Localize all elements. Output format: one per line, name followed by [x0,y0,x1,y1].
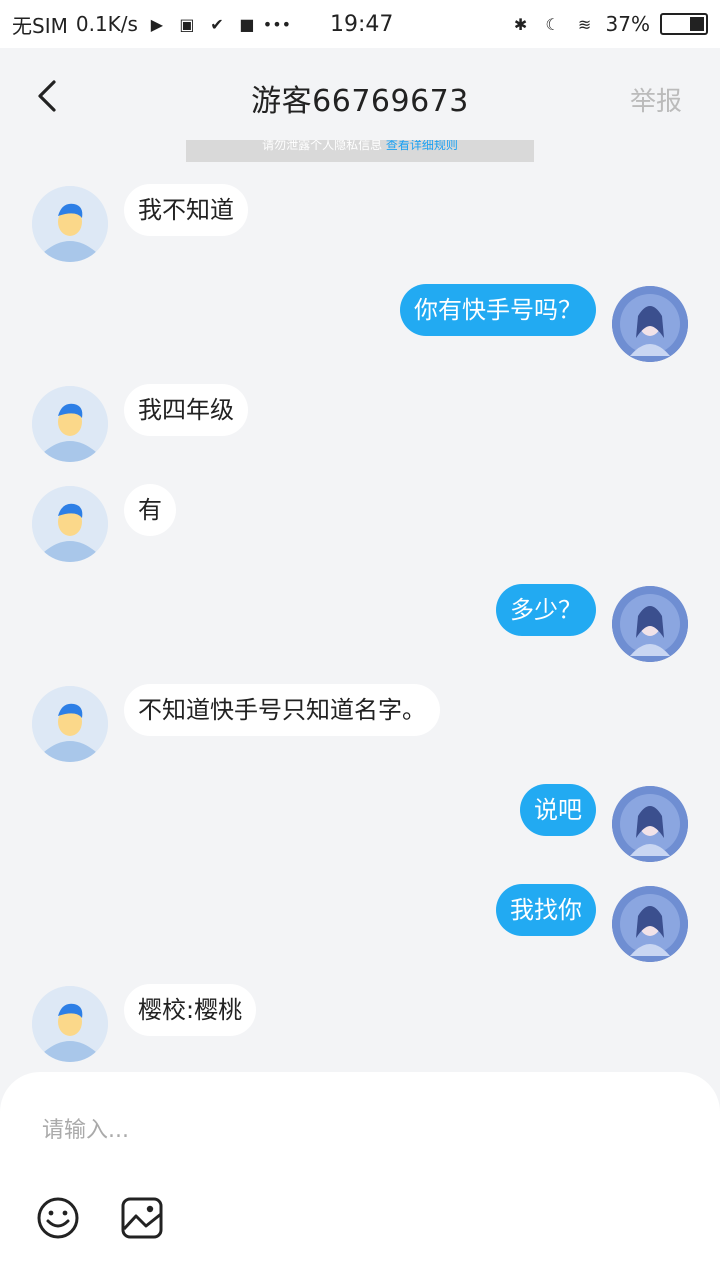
message-row: 不知道快手号只知道名字。 [0,684,720,766]
my-avatar[interactable] [612,286,688,362]
contact-avatar[interactable] [32,986,108,1062]
contact-avatar[interactable] [32,186,108,262]
incoming-message[interactable]: 樱校:樱桃 [124,984,257,1036]
wifi-icon: ≋ [577,14,592,34]
my-avatar[interactable] [612,786,688,862]
video-icon: ■ [239,14,255,34]
carrier-label: 无SIM [12,13,68,38]
incoming-message[interactable]: 我不知道 [124,184,248,236]
message-row: 你有快手号吗？ [0,284,720,366]
report-button[interactable]: 举报 [630,81,682,118]
emoji-icon[interactable] [36,1196,80,1240]
notice-link[interactable]: 查看详细规则 [386,140,458,152]
message-row: 我找你 [0,884,720,966]
incoming-message[interactable]: 我四年级 [124,384,248,436]
chat-header: 游客66769673 举报 [0,48,720,144]
message-row: 有 [0,484,720,566]
message-row: 说吧 [0,784,720,866]
more-icon: ••• [262,14,292,34]
outgoing-message[interactable]: 你有快手号吗？ [400,284,596,336]
image-icon[interactable] [120,1196,164,1240]
play-icon: ▶ [150,14,164,34]
bluetooth-icon: ✱ [513,14,528,34]
check-icon: ✔ [210,14,224,34]
contact-avatar[interactable] [32,686,108,762]
privacy-notice: 请勿泄露个人隐私信息 查看详细规则 [186,140,534,162]
clock: 19:47 [330,11,394,37]
incoming-message[interactable]: 不知道快手号只知道名字。 [124,684,440,736]
message-row: 我不知道 [0,184,720,266]
battery-percent: 37% [605,12,650,36]
outgoing-message[interactable]: 说吧 [520,784,596,836]
contact-avatar[interactable] [32,486,108,562]
composer: 请输入... [0,1072,720,1280]
message-input[interactable]: 请输入... [42,1112,129,1144]
outgoing-message[interactable]: 多少？ [496,584,596,636]
network-speed: 0.1K/s [75,12,138,36]
message-row: 我四年级 [0,384,720,466]
status-bar: 无SIM 0.1K/s ▶ ▣ ✔ ■ ••• 19:47 ✱ ☾ ≋ 37% [0,0,720,48]
chat-title: 游客66769673 [251,84,469,119]
message-row: 樱校:樱桃 [0,984,720,1066]
contact-avatar[interactable] [32,386,108,462]
app-notification-icon: ▣ [179,14,195,34]
moon-icon: ☾ [545,14,560,34]
message-row: 多少？ [0,584,720,666]
my-avatar[interactable] [612,886,688,962]
notice-text: 请勿泄露个人隐私信息 [262,140,383,152]
incoming-message[interactable]: 有 [124,484,176,536]
outgoing-message[interactable]: 我找你 [496,884,596,936]
my-avatar[interactable] [612,586,688,662]
battery-icon [660,13,708,35]
